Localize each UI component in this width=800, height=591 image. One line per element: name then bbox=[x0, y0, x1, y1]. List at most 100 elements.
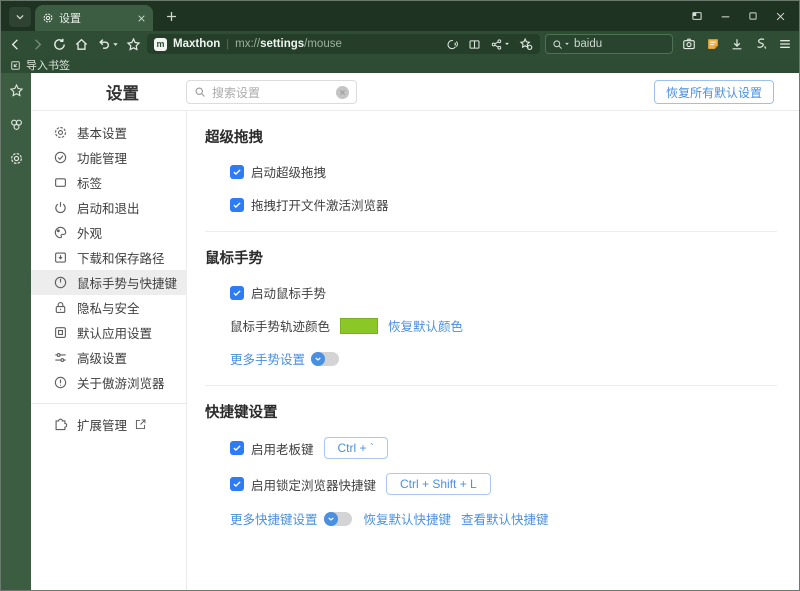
setting-row: 鼠标手势轨迹颜色 恢复默认颜色 bbox=[230, 316, 777, 335]
checkbox-enable-boss-key[interactable] bbox=[230, 441, 244, 455]
mouse-gesture-icon bbox=[53, 275, 68, 290]
close-window-button[interactable] bbox=[775, 11, 786, 22]
brand-name: Maxthon bbox=[173, 38, 220, 50]
setting-row: 更多快捷键设置 恢复默认快捷键 查看默认快捷键 bbox=[230, 509, 777, 528]
sidebar-item-label: 外观 bbox=[77, 223, 102, 242]
nav-divider bbox=[31, 403, 186, 404]
sidebar-item-label: 下载和保存路径 bbox=[77, 248, 165, 267]
settings-gear-icon[interactable] bbox=[9, 151, 24, 166]
checkbox-enable-super-drag[interactable] bbox=[230, 165, 244, 179]
boss-layout-button[interactable] bbox=[691, 10, 703, 22]
checkbox-enable-lock-hotkey[interactable] bbox=[230, 477, 244, 491]
quick-search-box[interactable]: baidu bbox=[545, 34, 673, 54]
tab-list-button[interactable] bbox=[9, 7, 31, 27]
download-box-icon bbox=[53, 250, 68, 265]
search-icon bbox=[552, 39, 563, 50]
read-aloud-icon[interactable] bbox=[446, 38, 459, 51]
download-icon[interactable] bbox=[730, 37, 744, 51]
sidebar-item-tabs[interactable]: 标签 bbox=[31, 170, 186, 195]
restore-default-hotkeys-link[interactable]: 恢复默认快捷键 bbox=[364, 509, 452, 528]
minimize-button[interactable] bbox=[720, 11, 731, 22]
checkbox-enable-mouse-gesture[interactable] bbox=[230, 286, 244, 300]
sidebar-item-label: 标签 bbox=[77, 173, 102, 192]
favorites-star-button[interactable] bbox=[126, 37, 141, 52]
sidebar-item-privacy-security[interactable]: 隐私与安全 bbox=[31, 295, 186, 320]
tab-settings[interactable]: 设置 bbox=[35, 5, 153, 31]
reload-button[interactable] bbox=[52, 37, 67, 52]
clear-search-icon[interactable] bbox=[336, 86, 349, 99]
favorites-star-icon[interactable] bbox=[9, 83, 24, 98]
sidebar-item-basic[interactable]: 基本设置 bbox=[31, 120, 186, 145]
share-icon[interactable] bbox=[490, 38, 510, 51]
checkbox-label: 拖拽打开文件激活浏览器 bbox=[251, 195, 389, 214]
sidebar-item-mouse-hotkeys[interactable]: 鼠标手势与快捷键 bbox=[31, 270, 186, 295]
view-default-hotkeys-link[interactable]: 查看默认快捷键 bbox=[461, 509, 549, 528]
back-button[interactable] bbox=[8, 37, 23, 52]
import-bookmarks-button[interactable]: 导入书签 bbox=[26, 57, 70, 73]
sidebar-item-features[interactable]: 功能管理 bbox=[31, 145, 186, 170]
sidebar-item-label: 启动和退出 bbox=[77, 198, 140, 217]
sidebar-item-default-apps[interactable]: 默认应用设置 bbox=[31, 320, 186, 345]
settings-nav: 基本设置 功能管理 标签 启动和退出 bbox=[31, 111, 186, 590]
new-tab-button[interactable] bbox=[165, 10, 178, 23]
more-hotkey-settings-toggle[interactable] bbox=[324, 512, 352, 526]
gear-icon bbox=[42, 12, 54, 24]
sidebar-item-startup-exit[interactable]: 启动和退出 bbox=[31, 195, 186, 220]
boost-swirl-icon[interactable] bbox=[754, 37, 768, 51]
trail-color-label: 鼠标手势轨迹颜色 bbox=[230, 316, 330, 335]
settings-search-input[interactable]: 搜索设置 bbox=[186, 80, 357, 104]
passkeeper-icon[interactable] bbox=[9, 117, 24, 132]
add-favorite-icon[interactable] bbox=[519, 37, 533, 51]
sidebar-item-about[interactable]: 关于傲游浏览器 bbox=[31, 370, 186, 395]
caret-down-icon bbox=[564, 41, 570, 47]
address-separator: | bbox=[226, 38, 229, 50]
forward-button[interactable] bbox=[30, 37, 45, 52]
sidebar-item-appearance[interactable]: 外观 bbox=[31, 220, 186, 245]
bookmarks-bar: 导入书签 bbox=[1, 57, 799, 73]
gear-icon bbox=[53, 125, 68, 140]
sidebar-item-label: 基本设置 bbox=[77, 123, 127, 142]
restore-default-color-link[interactable]: 恢复默认颜色 bbox=[388, 316, 463, 335]
app-square-icon bbox=[53, 325, 68, 340]
more-gesture-settings-toggle[interactable] bbox=[311, 352, 339, 366]
tab-close-button[interactable] bbox=[137, 14, 146, 23]
trail-color-swatch[interactable] bbox=[340, 318, 378, 334]
address-bar-actions bbox=[446, 37, 533, 51]
home-button[interactable] bbox=[74, 37, 89, 52]
more-hotkey-settings-link[interactable]: 更多快捷键设置 bbox=[230, 509, 318, 528]
sidebar-item-label: 鼠标手势与快捷键 bbox=[77, 273, 177, 292]
undo-button[interactable] bbox=[96, 37, 119, 52]
lock-hotkey-input[interactable]: Ctrl + Shift + L bbox=[386, 473, 491, 495]
external-link-icon bbox=[134, 418, 147, 431]
chevron-down-icon bbox=[314, 355, 322, 363]
sidebar-item-extensions[interactable]: 扩展管理 bbox=[31, 412, 186, 437]
settings-header: 设置 搜索设置 恢复所有默认设置 bbox=[31, 73, 799, 111]
checkbox-label: 启动鼠标手势 bbox=[251, 283, 326, 302]
more-gesture-settings-link[interactable]: 更多手势设置 bbox=[230, 349, 305, 368]
restore-all-defaults-button[interactable]: 恢复所有默认设置 bbox=[654, 80, 774, 104]
boss-key-input[interactable]: Ctrl + ` bbox=[324, 437, 388, 459]
plus-icon bbox=[165, 10, 178, 23]
side-app-strip bbox=[1, 73, 31, 590]
screenshot-camera-icon[interactable] bbox=[682, 37, 696, 51]
sidebar-item-advanced[interactable]: 高级设置 bbox=[31, 345, 186, 370]
setting-row: 启用老板键 Ctrl + ` bbox=[230, 437, 777, 459]
setting-row: 拖拽打开文件激活浏览器 bbox=[230, 195, 777, 214]
note-icon[interactable] bbox=[706, 37, 720, 51]
sidebar-item-download-path[interactable]: 下载和保存路径 bbox=[31, 245, 186, 270]
menu-hamburger-icon[interactable] bbox=[778, 37, 792, 51]
checkbox-label: 启用老板键 bbox=[251, 439, 314, 458]
tab-icon bbox=[53, 175, 68, 190]
checkbox-drag-open-file[interactable] bbox=[230, 198, 244, 212]
nav-buttons bbox=[8, 37, 141, 52]
power-icon bbox=[53, 200, 68, 215]
info-icon bbox=[53, 375, 68, 390]
chevron-down-icon bbox=[15, 12, 25, 22]
reader-mode-icon[interactable] bbox=[468, 38, 481, 51]
address-bar[interactable]: m Maxthon | mx://settings/mouse bbox=[147, 34, 540, 54]
chevron-down-icon bbox=[327, 515, 335, 523]
maximize-button[interactable] bbox=[748, 11, 758, 21]
maxthon-logo: m bbox=[154, 38, 167, 51]
settings-content: 超级拖拽 启动超级拖拽 拖拽打开文件激活浏览器 鼠标手势 启动鼠标手势 bbox=[186, 111, 799, 590]
check-icon bbox=[232, 479, 242, 489]
